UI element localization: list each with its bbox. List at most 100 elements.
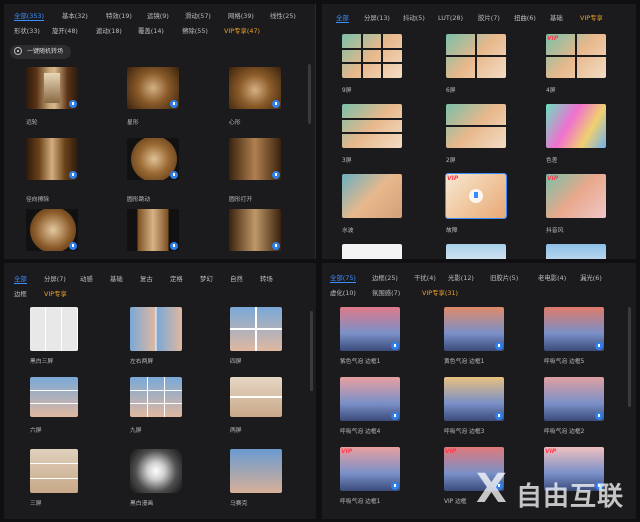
tab-freeze[interactable]: 定格 — [170, 275, 183, 283]
thumbnail — [546, 104, 606, 148]
vip-badge: VIP — [341, 448, 353, 455]
vip-badge: VIP — [447, 175, 459, 182]
effects-tabs: 全部 分屏(13) 抖动(5) LUT(28) 胶片(7) 扭曲(6) 基础 V… — [328, 14, 626, 26]
item-label: 3屏 — [342, 158, 352, 164]
item-label: 呼吸气泡 边框3 — [444, 429, 485, 435]
download-icon[interactable] — [391, 342, 399, 350]
tab-all[interactable]: 全部(75) — [330, 274, 356, 283]
thumbnail — [444, 377, 504, 421]
tab-vip[interactable]: VIP专享 — [580, 14, 603, 22]
tab-rotate[interactable]: 旋开(48) — [52, 27, 78, 35]
item-label: 呼吸气泡 边框2 — [544, 429, 585, 435]
tab-basic[interactable]: 基础 — [110, 275, 123, 283]
tab-vip[interactable]: VIP专享(31) — [422, 289, 458, 297]
tab-camera[interactable]: 运镜(9) — [147, 12, 169, 20]
thumbnail — [30, 307, 78, 351]
tab-split[interactable]: 分屏(13) — [364, 14, 390, 22]
thumbnail: VIP — [446, 174, 506, 218]
tab-vip[interactable]: VIP专享(47) — [224, 27, 260, 35]
tab-old-film[interactable]: 旧胶片(5) — [490, 274, 518, 282]
tab-blur[interactable]: 虚化(10) — [330, 289, 356, 297]
tab-transition[interactable]: 转场 — [260, 275, 273, 283]
scrollbar[interactable] — [628, 307, 631, 407]
item-label: 心形 — [229, 120, 241, 126]
download-icon[interactable] — [272, 242, 280, 250]
random-transition-button[interactable]: 一键随机转场 — [10, 45, 72, 59]
tab-all[interactable]: 全部(353) — [14, 12, 44, 21]
filter-panel: 全部 分屏(7) 动感 基础 复古 定格 梦幻 自然 转场 边框 VIP专享 黑… — [4, 263, 316, 519]
item-label: 黄色气泡 边框1 — [444, 359, 485, 365]
watermark-mark: X — [476, 466, 507, 512]
tab-linear[interactable]: 线性(25) — [270, 12, 296, 20]
vip-badge: VIP — [545, 448, 557, 455]
tab-shake[interactable]: 抖动(5) — [403, 14, 425, 22]
tab-interference[interactable]: 干扰(4) — [414, 274, 436, 282]
tab-atmosphere[interactable]: 氛围感(7) — [372, 289, 400, 297]
tab-grid[interactable]: 网格(39) — [228, 12, 254, 20]
tab-light[interactable]: 光影(12) — [448, 274, 474, 282]
download-icon[interactable] — [272, 171, 280, 179]
tab-light-leak[interactable]: 漏光(6) — [580, 274, 602, 282]
download-icon[interactable] — [69, 242, 77, 250]
thumbnail — [446, 104, 506, 148]
download-icon[interactable] — [595, 412, 603, 420]
thumbnail — [130, 449, 182, 493]
scrollbar[interactable] — [310, 311, 313, 391]
thumbnail — [229, 138, 281, 180]
download-icon[interactable] — [170, 100, 178, 108]
download-icon[interactable] — [495, 412, 503, 420]
tab-all[interactable]: 全部 — [14, 275, 27, 284]
tab-effects[interactable]: 特效(19) — [106, 12, 132, 20]
download-icon[interactable] — [170, 242, 178, 250]
download-icon[interactable] — [495, 342, 503, 350]
download-icon[interactable] — [69, 171, 77, 179]
tab-motion[interactable]: 遮动(18) — [96, 27, 122, 35]
filter-tabs: 全部 分屏(7) 动感 基础 复古 定格 梦幻 自然 转场 边框 VIP专享 — [10, 275, 306, 301]
tab-split[interactable]: 分屏(7) — [44, 275, 66, 283]
tab-nature[interactable]: 自然 — [230, 275, 243, 283]
tab-wipe[interactable]: 擦除(55) — [182, 27, 208, 35]
tab-old-movie[interactable]: 老电影(4) — [538, 274, 566, 282]
tab-border[interactable]: 边框 — [14, 290, 27, 298]
download-icon[interactable] — [595, 342, 603, 350]
tab-basic[interactable]: 基础 — [550, 14, 563, 22]
tab-vip[interactable]: VIP专享 — [44, 290, 67, 298]
download-icon[interactable] — [272, 100, 280, 108]
item-label: 黑白漫画 — [130, 501, 154, 507]
thumbnail — [544, 307, 604, 351]
item-label: 圆形打开 — [229, 197, 253, 203]
tab-basic[interactable]: 基本(32) — [62, 12, 88, 20]
thumbnail — [30, 377, 78, 417]
thumbnail — [26, 209, 78, 251]
tab-all[interactable]: 全部 — [336, 14, 349, 23]
vip-badge: VIP — [547, 35, 559, 42]
tab-shape[interactable]: 形状(33) — [14, 27, 40, 35]
vip-badge: VIP — [547, 175, 559, 182]
tab-dynamic[interactable]: 动感 — [80, 275, 93, 283]
download-icon[interactable] — [69, 100, 77, 108]
tab-cover[interactable]: 覆盖(14) — [138, 27, 164, 35]
download-icon[interactable] — [391, 482, 399, 490]
download-icon[interactable] — [391, 412, 399, 420]
tab-dream[interactable]: 梦幻 — [200, 275, 213, 283]
scrollbar[interactable] — [308, 64, 311, 124]
tab-border[interactable]: 边框(25) — [372, 274, 398, 282]
tab-distort[interactable]: 扭曲(6) — [514, 14, 536, 22]
item-label: 色差 — [546, 158, 558, 164]
tab-retro[interactable]: 复古 — [140, 275, 153, 283]
thumbnail — [342, 34, 402, 78]
item-label: 四屏 — [230, 359, 242, 365]
tab-film[interactable]: 胶片(7) — [478, 14, 500, 22]
thumbnail — [342, 104, 402, 148]
tab-lut[interactable]: LUT(28) — [438, 14, 463, 22]
thumbnail — [342, 244, 402, 259]
item-label: VIP 边框 — [444, 499, 467, 505]
download-icon[interactable] — [170, 171, 178, 179]
thumbnail — [229, 209, 281, 251]
thumbnail — [229, 67, 281, 109]
item-label: 左右两屏 — [130, 359, 154, 365]
tab-slide[interactable]: 滑动(57) — [185, 12, 211, 20]
thumbnail — [546, 244, 606, 259]
download-icon[interactable] — [469, 189, 483, 203]
watermark-logo: X 自由互联 — [476, 468, 636, 516]
